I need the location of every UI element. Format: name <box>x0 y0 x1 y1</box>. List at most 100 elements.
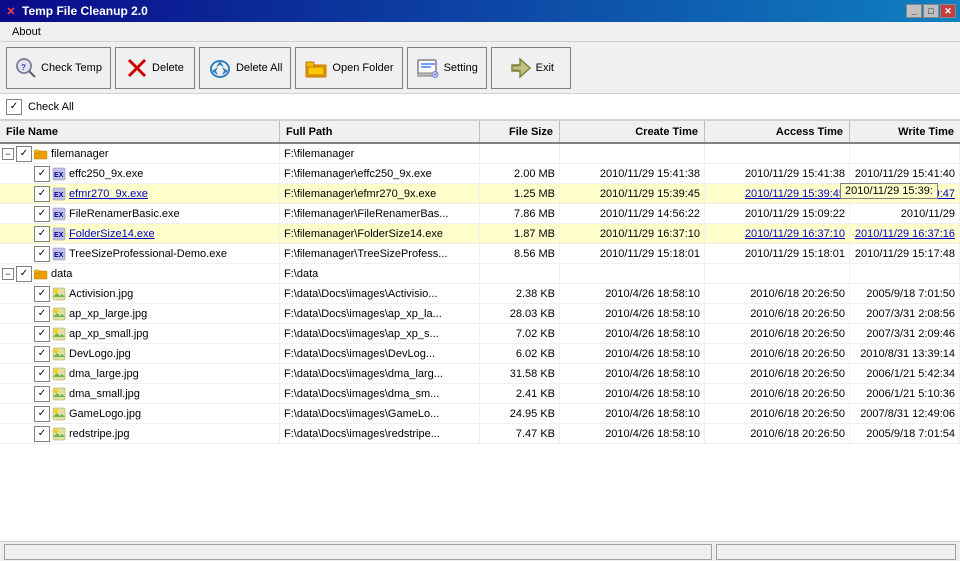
cell-createtime: 2010/11/29 15:39:45 <box>560 184 705 203</box>
table-row[interactable]: −✓dataF:\data <box>0 264 960 284</box>
cell-createtime: 2010/11/29 15:41:38 <box>560 164 705 183</box>
cell-fullpath: F:\filemanager <box>280 144 480 163</box>
cell-createtime: 2010/4/26 18:58:10 <box>560 284 705 303</box>
cell-accesstime <box>705 264 850 283</box>
cell-accesstime: 2010/6/18 20:26:50 <box>705 304 850 323</box>
maximize-button[interactable]: □ <box>923 4 939 18</box>
app-icon: ✕ <box>4 4 18 18</box>
cell-filename: ✓ ap_xp_small.jpg <box>0 324 280 343</box>
svg-text:EX: EX <box>54 212 64 219</box>
table-row[interactable]: ✓EXeffc250_9x.exeF:\filemanager\effc250_… <box>0 164 960 184</box>
cell-fullpath: F:\data\Docs\images\dma_larg... <box>280 364 480 383</box>
col-writetime[interactable]: Write Time <box>850 121 960 142</box>
table-row[interactable]: ✓ap_xp_small.jpgF:\data\Docs\images\ap_x… <box>0 324 960 344</box>
table-row[interactable]: ✓EXFolderSize14.exeF:\filemanager\Folder… <box>0 224 960 244</box>
table-row[interactable]: ✓EXTreeSizeProfessional-Demo.exeF:\filem… <box>0 244 960 264</box>
cell-filesize: 7.02 KB <box>480 324 560 343</box>
svg-text:✓: ✓ <box>433 72 437 78</box>
row-checkbox[interactable]: ✓ <box>34 346 50 362</box>
table-row[interactable]: ✓Activision.jpgF:\data\Docs\images\Activ… <box>0 284 960 304</box>
cell-writetime: 2005/9/18 7:01:54 <box>850 424 960 443</box>
img-icon <box>52 407 66 421</box>
expand-icon[interactable]: − <box>2 148 14 160</box>
setting-button[interactable]: ✓ Setting <box>407 47 487 89</box>
cell-filesize: 31.58 KB <box>480 364 560 383</box>
row-checkbox[interactable]: ✓ <box>34 206 50 222</box>
table-row[interactable]: ✓GameLogo.jpgF:\data\Docs\images\GameLo.… <box>0 404 960 424</box>
cell-accesstime: 2010/11/29 15:41:38 <box>705 164 850 183</box>
delete-all-button[interactable]: Delete All <box>199 47 291 89</box>
col-filename[interactable]: File Name <box>0 121 280 142</box>
img-icon <box>52 367 66 381</box>
table-row[interactable]: ✓redstripe.jpgF:\data\Docs\images\redstr… <box>0 424 960 444</box>
row-checkbox[interactable]: ✓ <box>16 266 32 282</box>
row-checkbox[interactable]: ✓ <box>34 386 50 402</box>
delete-icon <box>126 57 148 79</box>
svg-text:?: ? <box>21 63 26 72</box>
cell-createtime: 2010/4/26 18:58:10 <box>560 324 705 343</box>
cell-createtime: 2010/4/26 18:58:10 <box>560 344 705 363</box>
row-checkbox[interactable]: ✓ <box>16 146 32 162</box>
setting-label: Setting <box>444 62 478 74</box>
menu-about[interactable]: About <box>4 24 49 40</box>
row-checkbox[interactable]: ✓ <box>34 226 50 242</box>
row-checkbox[interactable]: ✓ <box>34 286 50 302</box>
folder-icon <box>34 147 48 161</box>
cell-fullpath: F:\data\Docs\images\dma_sm... <box>280 384 480 403</box>
row-checkbox[interactable]: ✓ <box>34 366 50 382</box>
title-bar-controls: _ □ ✕ <box>906 4 956 18</box>
exe-icon: EX <box>52 227 66 241</box>
cell-writetime: 2007/8/31 12:49:06 <box>850 404 960 423</box>
delete-button[interactable]: Delete <box>115 47 195 89</box>
table-row[interactable]: ✓ap_xp_large.jpgF:\data\Docs\images\ap_x… <box>0 304 960 324</box>
cell-filename: ✓ap_xp_large.jpg <box>0 304 280 323</box>
cell-accesstime: 2010/11/29 15:18:01 <box>705 244 850 263</box>
minimize-button[interactable]: _ <box>906 4 922 18</box>
cell-filesize: 8.56 MB <box>480 244 560 263</box>
table-row[interactable]: ✓EXFileRenamerBasic.exeF:\filemanager\Fi… <box>0 204 960 224</box>
col-fullpath[interactable]: Full Path <box>280 121 480 142</box>
cell-createtime: 2010/4/26 18:58:10 <box>560 304 705 323</box>
col-accesstime[interactable]: Access Time <box>705 121 850 142</box>
table-row[interactable]: ✓ dma_large.jpg F:\data\Docs\images\dma_la… <box>0 364 960 384</box>
filename-text: GameLogo.jpg <box>69 408 141 420</box>
col-createtime[interactable]: Create Time <box>560 121 705 142</box>
table-row[interactable]: ✓dma_small.jpgF:\data\Docs\images\dma_sm… <box>0 384 960 404</box>
cell-fullpath: F:\filemanager\FolderSize14.exe <box>280 224 480 243</box>
row-checkbox[interactable]: ✓ <box>34 186 50 202</box>
cell-filesize: 1.87 MB <box>480 224 560 243</box>
cell-filesize: 7.47 KB <box>480 424 560 443</box>
svg-text:EX: EX <box>54 172 64 179</box>
cell-writetime: 2010/11/29 15:39:47 <box>850 184 960 203</box>
folder-icon <box>34 267 48 281</box>
cell-filename: −✓filemanager <box>0 144 280 163</box>
row-checkbox[interactable]: ✓ <box>34 246 50 262</box>
filename-text: ap_xp_small.jpg <box>69 328 149 340</box>
row-checkbox[interactable]: ✓ <box>34 426 50 442</box>
cell-filename: ✓Activision.jpg <box>0 284 280 303</box>
row-checkbox[interactable]: ✓ <box>34 406 50 422</box>
exit-button[interactable]: Exit <box>491 47 571 89</box>
open-folder-button[interactable]: Open Folder <box>295 47 402 89</box>
check-all-checkbox[interactable]: ✓ <box>6 99 22 115</box>
row-checkbox[interactable]: ✓ <box>34 306 50 322</box>
check-temp-button[interactable]: ? Check Temp <box>6 47 111 89</box>
table-row[interactable]: ✓DevLogo.jpgF:\data\Docs\images\DevLog..… <box>0 344 960 364</box>
table-row[interactable]: ✓EXefmr270_9x.exeF:\filemanager\efmr270_… <box>0 184 960 204</box>
cell-writetime: 2005/9/18 7:01:50 <box>850 284 960 303</box>
table-row[interactable]: −✓filemanagerF:\filemanager <box>0 144 960 164</box>
filename-text: dma_large.jpg <box>69 368 139 380</box>
cell-writetime: 2007/3/31 2:09:46 <box>850 324 960 343</box>
delete-label: Delete <box>152 62 184 74</box>
cell-writetime <box>850 264 960 283</box>
table-body[interactable]: −✓filemanagerF:\filemanager✓EXeffc250_9x… <box>0 144 960 541</box>
expand-icon[interactable]: − <box>2 268 14 280</box>
close-button[interactable]: ✕ <box>940 4 956 18</box>
svg-text:EX: EX <box>54 192 64 199</box>
row-checkbox[interactable]: ✓ <box>34 166 50 182</box>
cell-filename: ✓EXFileRenamerBasic.exe <box>0 204 280 223</box>
row-checkbox[interactable]: ✓ <box>34 326 50 342</box>
col-filesize[interactable]: File Size <box>480 121 560 142</box>
cell-writetime: 2010/11/29 15:17:48 <box>850 244 960 263</box>
cell-createtime: 2010/4/26 18:58:10 <box>560 424 705 443</box>
